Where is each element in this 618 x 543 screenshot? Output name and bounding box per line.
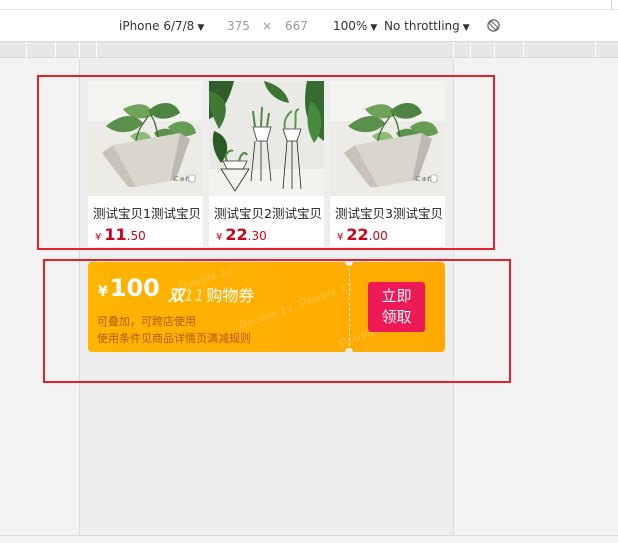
zoom-select-label: 100% (333, 19, 368, 33)
device-caret-icon: ▼ (197, 23, 205, 33)
throttling-select[interactable]: No throttling ▼ (384, 19, 470, 33)
width-input[interactable]: 375 (227, 19, 250, 33)
devtools-device-emulator: iPhone 6/7/8 ▼ 375 × 667 100% ▼ No throttl… (0, 0, 618, 543)
dimension-times-icon: × (262, 19, 273, 33)
media-query-ruler[interactable] (0, 42, 618, 58)
device-select-label: iPhone 6/7/8 (119, 19, 195, 33)
annotation-box-products (37, 75, 495, 250)
throttling-caret-icon: ▼ (462, 23, 470, 33)
annotation-box-coupon (43, 259, 511, 383)
device-toolbar: iPhone 6/7/8 ▼ 375 × 667 100% ▼ No throttl… (0, 10, 618, 42)
device-select[interactable]: iPhone 6/7/8 ▼ (119, 19, 204, 33)
devtools-bottom-edge (0, 535, 618, 543)
zoom-select[interactable]: 100% ▼ (333, 19, 377, 33)
zoom-caret-icon: ▼ (370, 23, 378, 33)
height-input[interactable]: 667 (285, 19, 308, 33)
rotate-icon[interactable] (486, 18, 501, 33)
throttling-select-label: No throttling (384, 19, 460, 33)
devtools-top-strip (0, 0, 618, 10)
